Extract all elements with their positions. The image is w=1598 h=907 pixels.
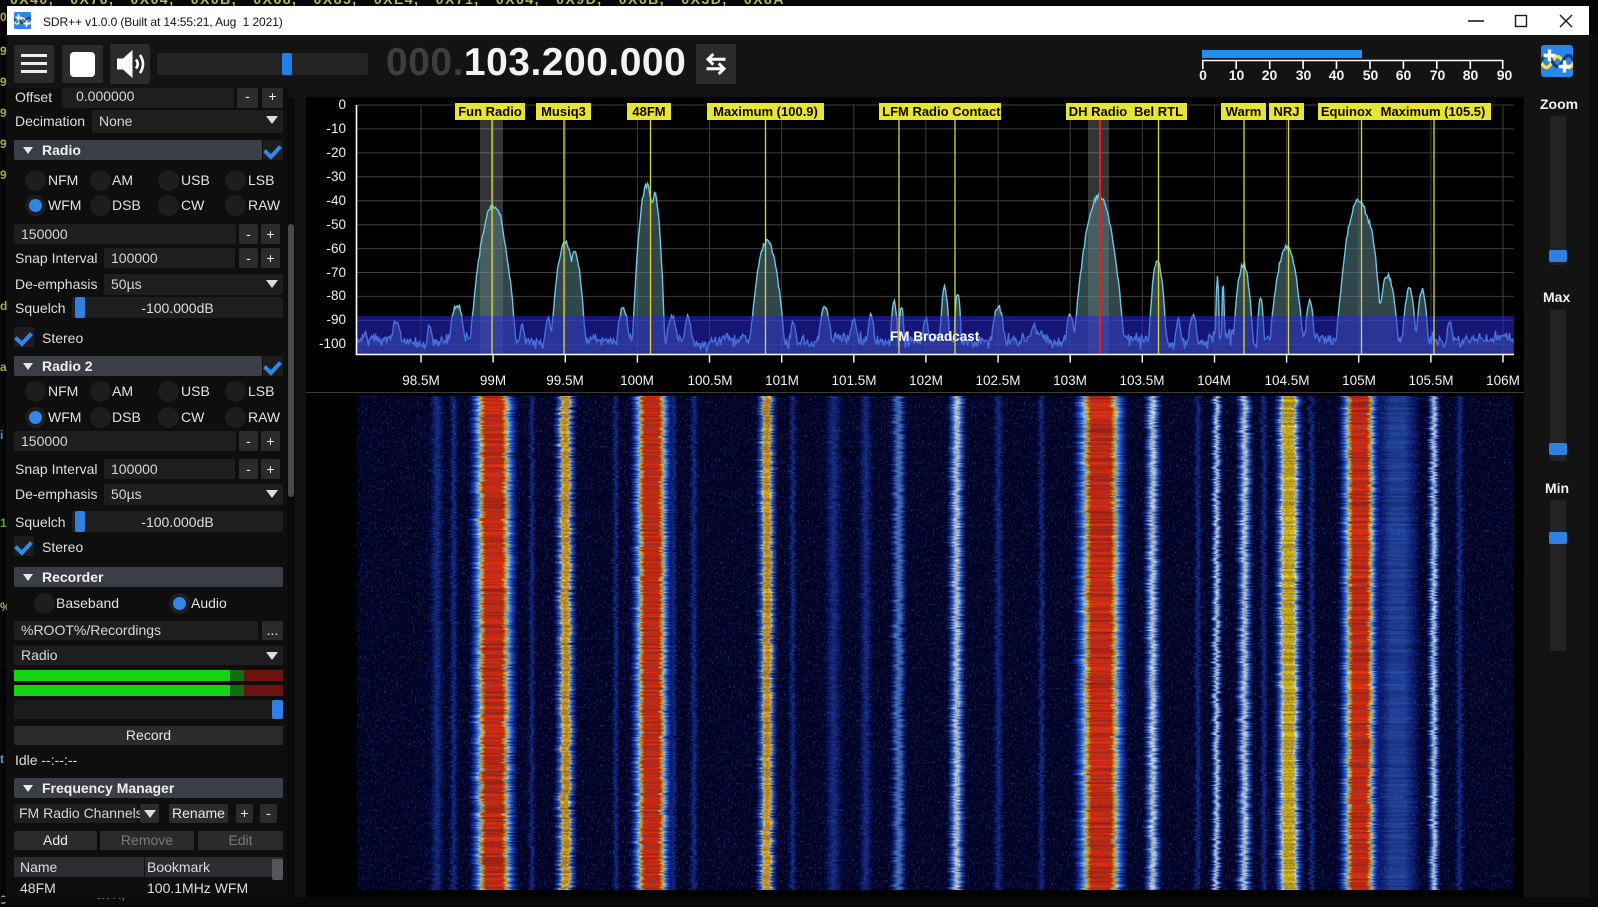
svg-text:FM Broadcast: FM Broadcast: [890, 329, 980, 344]
